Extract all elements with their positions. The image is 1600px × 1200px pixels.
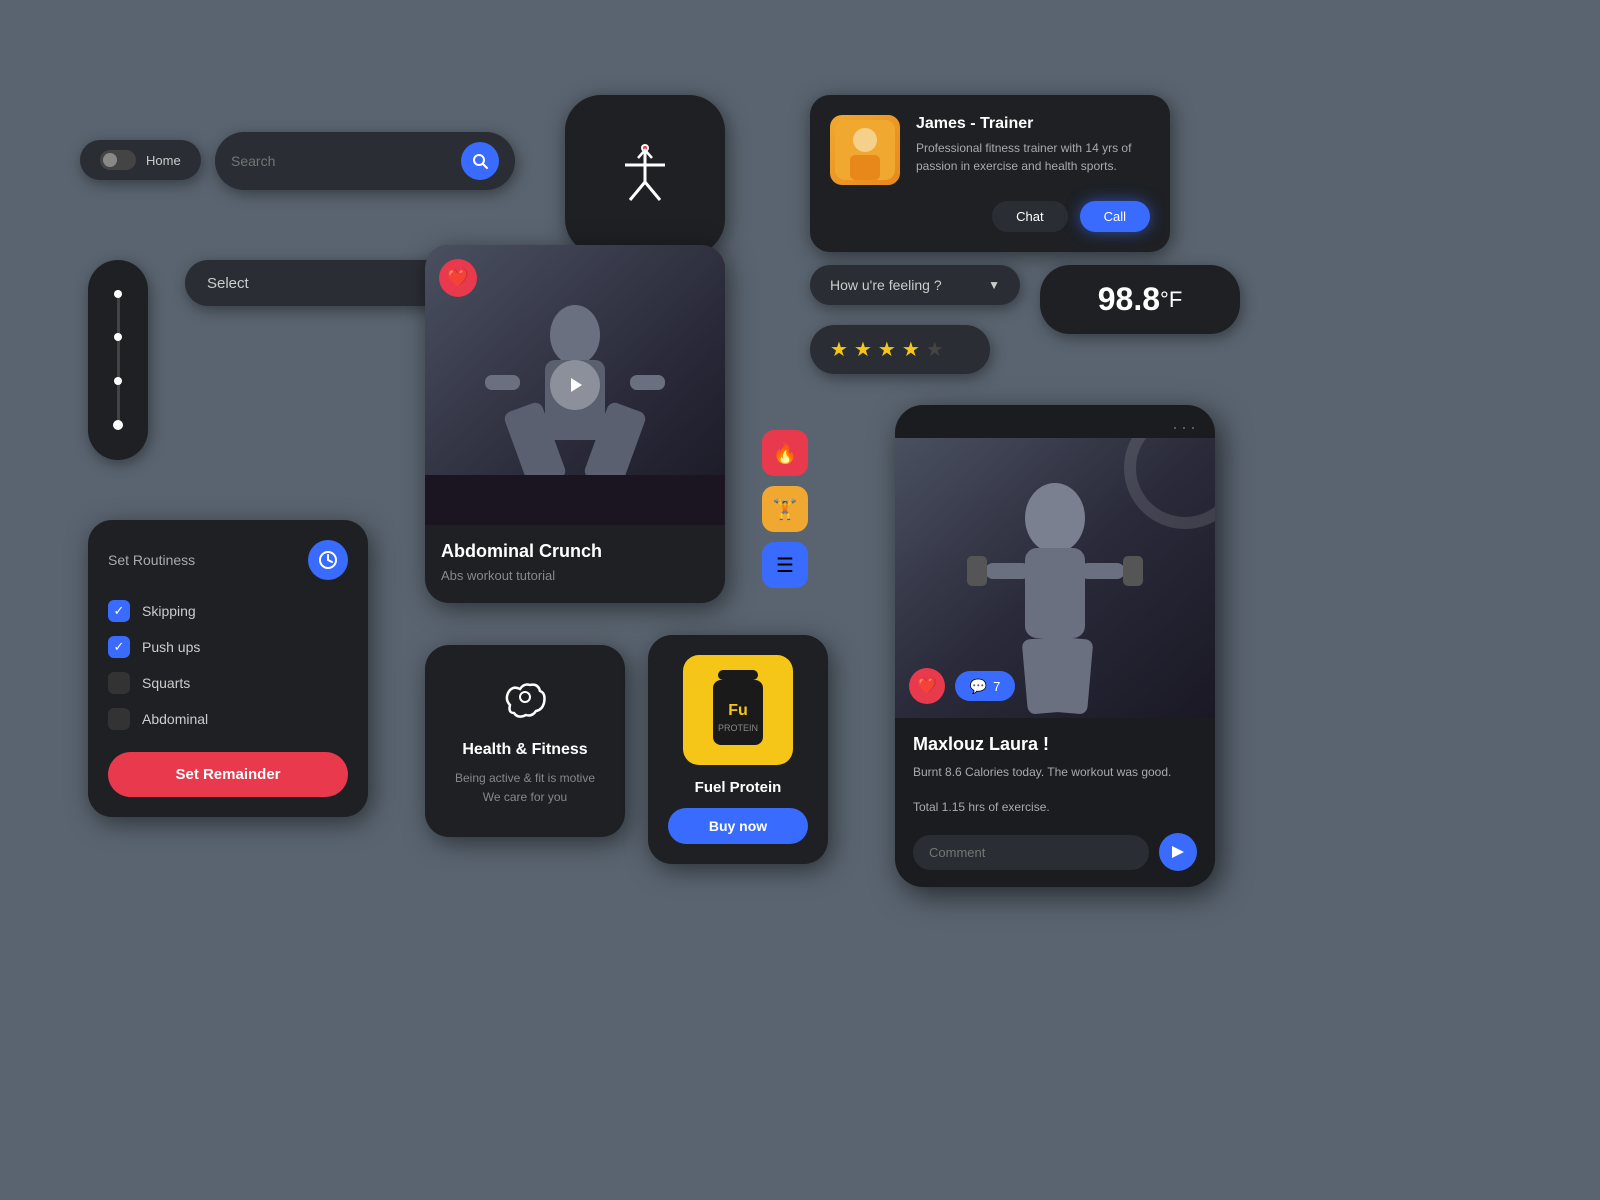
play-icon (565, 375, 585, 395)
trainer-name: James - Trainer (916, 115, 1150, 133)
routine-title: Set Routiness (108, 552, 195, 568)
toggle-switch[interactable] (100, 150, 136, 170)
routine-item-label: Push ups (142, 639, 200, 655)
send-button[interactable] (1159, 833, 1197, 871)
health-fitness-card: Health & Fitness Being active & fit is m… (425, 645, 625, 837)
routine-card: Set Routiness ✓ Skipping ✓ Push ups Squa… (88, 520, 368, 817)
protein-bottle-icon: Fu PROTEIN (698, 665, 778, 755)
call-button[interactable]: Call (1080, 201, 1150, 232)
search-input[interactable] (231, 153, 451, 169)
slider-track (117, 290, 120, 430)
muscle-icon (500, 675, 550, 725)
temperature-value: 98.8 (1098, 281, 1160, 318)
trainer-avatar (830, 115, 900, 185)
stars-rating: ★ ★ ★ ★ ★ (810, 325, 990, 374)
like-button[interactable]: ❤️ (909, 668, 945, 704)
feeling-dropdown[interactable]: How u're feeling ? ▼ (810, 265, 1020, 305)
checkbox-checked-icon: ✓ (108, 636, 130, 658)
routine-item-skipping[interactable]: ✓ Skipping (108, 600, 348, 622)
reaction-number: 7 (993, 679, 1000, 694)
video-subtitle: Abs workout tutorial (441, 568, 709, 583)
profile-name: Maxlouz Laura ! (913, 734, 1197, 755)
play-button[interactable] (550, 360, 600, 410)
profile-description1: Burnt 8.6 Calories today. The workout wa… (913, 763, 1197, 782)
star-5[interactable]: ★ (926, 337, 944, 362)
routine-item-squarts[interactable]: Squarts (108, 672, 348, 694)
checkbox-empty-icon (108, 708, 130, 730)
health-title: Health & Fitness (462, 741, 587, 759)
routine-item-abdominal[interactable]: Abdominal (108, 708, 348, 730)
protein-name: Fuel Protein (695, 779, 782, 796)
search-bar (215, 132, 515, 190)
send-icon (1170, 844, 1186, 860)
select-dropdown[interactable]: Select › (185, 260, 465, 306)
fire-button[interactable]: 🔥 (762, 430, 808, 476)
vertical-slider[interactable] (88, 260, 148, 460)
app-icon[interactable] (565, 95, 725, 255)
star-2[interactable]: ★ (854, 337, 872, 362)
star-1[interactable]: ★ (830, 337, 848, 362)
list-button[interactable]: ☰ (762, 542, 808, 588)
slider-point-mid1 (114, 333, 122, 341)
chat-button[interactable]: Chat (992, 201, 1067, 232)
search-icon (472, 153, 488, 169)
routine-item-pushups[interactable]: ✓ Push ups (108, 636, 348, 658)
svg-text:PROTEIN: PROTEIN (718, 723, 758, 733)
star-3[interactable]: ★ (878, 337, 896, 362)
routine-item-label: Abdominal (142, 711, 208, 727)
svg-text:Fu: Fu (728, 702, 748, 719)
toggle-label: Home (146, 153, 181, 168)
video-title: Abdominal Crunch (441, 541, 709, 562)
slider-handle[interactable] (113, 420, 123, 430)
app-logo-icon (600, 130, 690, 220)
star-4[interactable]: ★ (902, 337, 920, 362)
chevron-down-icon: ▼ (988, 278, 1000, 292)
reaction-count[interactable]: 💬 7 (955, 671, 1015, 701)
trainer-avatar-icon (835, 120, 895, 180)
profile-card: ··· (895, 405, 1215, 887)
health-subtitle2: We care for you (483, 788, 567, 807)
routine-clock-button[interactable] (308, 540, 348, 580)
checkbox-empty-icon (108, 672, 130, 694)
health-icon (500, 675, 550, 725)
select-label: Select (207, 275, 249, 292)
routine-item-label: Squarts (142, 675, 190, 691)
routine-item-label: Skipping (142, 603, 196, 619)
favorite-icon[interactable]: ❤️ (439, 259, 477, 297)
more-options-icon[interactable]: ··· (1172, 417, 1199, 438)
action-icons-panel: 🔥 🏋 ☰ (762, 430, 808, 588)
health-subtitle1: Being active & fit is motive (455, 769, 595, 788)
video-card: ❤️ Abdominal Crunch Abs workout tutorial (425, 245, 725, 603)
protein-icon: Fu PROTEIN (683, 655, 793, 765)
set-reminder-button[interactable]: Set Remainder (108, 752, 348, 797)
dumbbell-button[interactable]: 🏋 (762, 486, 808, 532)
buy-button[interactable]: Buy now (668, 808, 808, 844)
slider-point-top (114, 290, 122, 298)
temperature-display: 98.8 °F (1040, 265, 1240, 334)
toggle-home-widget: Home (80, 140, 201, 180)
feeling-label: How u're feeling ? (830, 277, 942, 293)
protein-card: Fu PROTEIN Fuel Protein Buy now (648, 635, 828, 864)
reaction-bar: ❤️ 💬 7 (909, 668, 1015, 704)
video-thumbnail: ❤️ (425, 245, 725, 525)
trainer-card: James - Trainer Professional fitness tra… (810, 95, 1170, 252)
temperature-unit: °F (1160, 287, 1182, 313)
profile-image: ❤️ 💬 7 (895, 438, 1215, 718)
trainer-description: Professional fitness trainer with 14 yrs… (916, 139, 1150, 175)
comment-input[interactable] (913, 835, 1149, 870)
search-button[interactable] (461, 142, 499, 180)
clock-icon (318, 550, 338, 570)
slider-point-mid2 (114, 377, 122, 385)
checkbox-checked-icon: ✓ (108, 600, 130, 622)
profile-description2: Total 1.15 hrs of exercise. (913, 798, 1197, 817)
